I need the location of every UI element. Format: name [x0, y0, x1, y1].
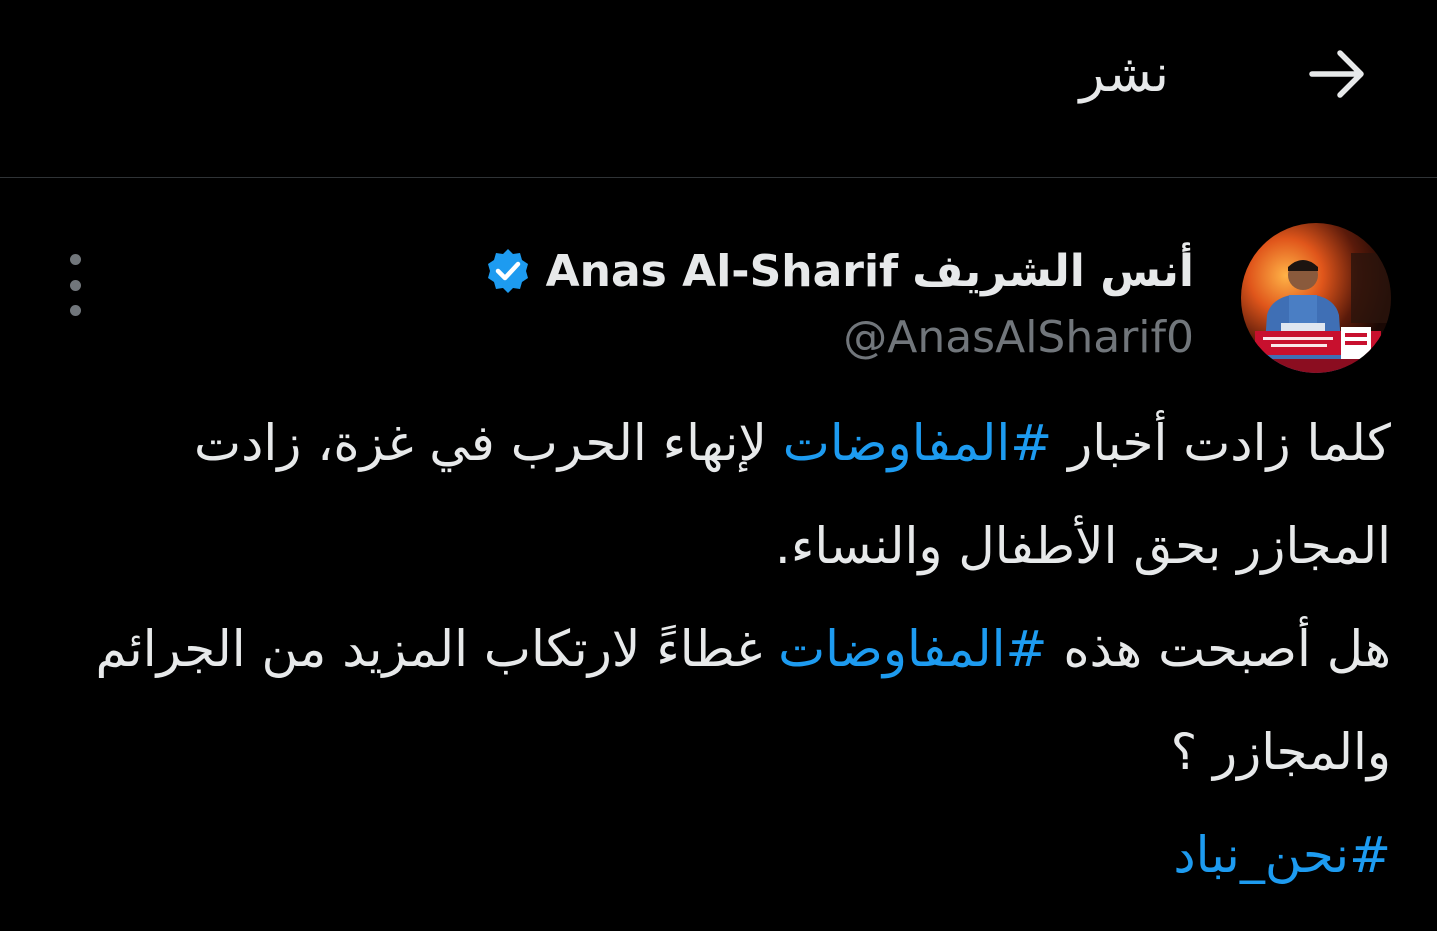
author-display-name-ar[interactable]: أنس الشريف: [912, 246, 1194, 297]
tweet-body: كلما زادت أخبار #المفاوضات لإنهاء الحرب …: [46, 392, 1391, 907]
page-title: نشر: [1079, 44, 1169, 104]
avatar[interactable]: [1241, 223, 1391, 373]
hashtag-link[interactable]: #نحن_نباد: [1173, 826, 1391, 884]
back-button[interactable]: [1299, 36, 1375, 112]
more-options-button[interactable]: [58, 254, 92, 316]
more-vertical-icon: [69, 254, 81, 265]
tweet-paragraph-2: هل أصبحت هذه #المفاوضات غطاءً لارتكاب ال…: [46, 598, 1391, 804]
tweet-paragraph-1: كلما زادت أخبار #المفاوضات لإنهاء الحرب …: [46, 392, 1391, 598]
post-page: نشر أنس الشريف Anas Al-Sharif @AnasAlSha…: [0, 0, 1437, 931]
avatar-image: [1241, 223, 1391, 373]
verified-badge-icon: [484, 247, 532, 295]
hashtag-link[interactable]: #المفاوضات: [778, 620, 1047, 678]
tweet-text-segment: كلما زادت أخبار: [1052, 414, 1391, 472]
arrow-right-icon: [1309, 50, 1364, 98]
author-handle[interactable]: @AnasAlSharif0: [843, 306, 1194, 370]
hashtag-link[interactable]: #المفاوضات: [783, 414, 1052, 472]
header-bar: نشر: [0, 0, 1437, 178]
tweet-text-segment: هل أصبحت هذه: [1047, 620, 1391, 678]
tweet-paragraph-3: #نحن_نباد: [46, 804, 1391, 907]
more-dot-2: [69, 279, 81, 291]
author-display-name-en[interactable]: Anas Al-Sharif: [546, 246, 899, 297]
author-name-row: أنس الشريف Anas Al-Sharif: [484, 236, 1194, 306]
more-dot-3: [69, 305, 81, 316]
